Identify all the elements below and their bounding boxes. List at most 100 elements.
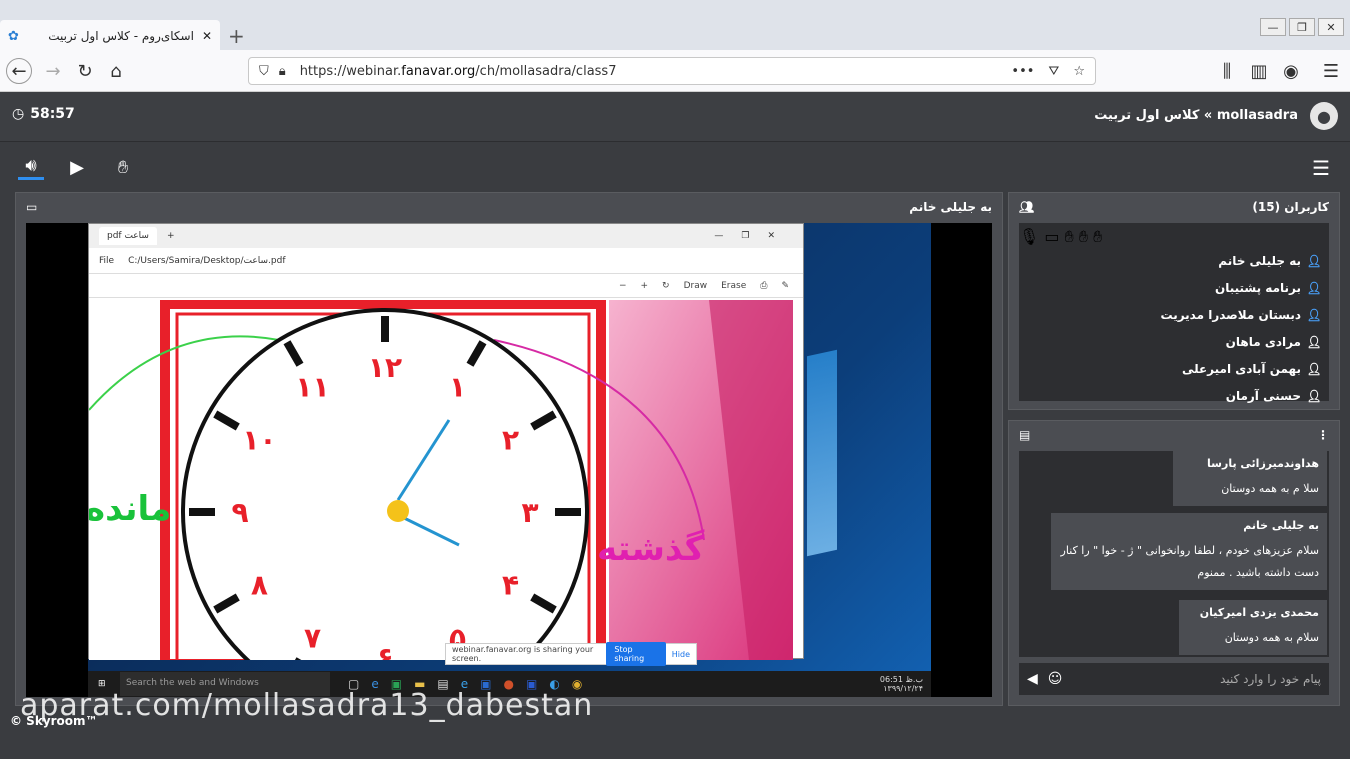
user-icon: 👤︎ <box>1306 334 1322 349</box>
maximize-icon[interactable]: ❐ <box>1289 18 1315 36</box>
system-tray: 06:51 ب.ظ ۱۳۹۹/۱۲/۲۴ <box>879 675 923 693</box>
shared-screen: pdf ساعت + —❐✕ File C:/Users/Samira/Desk… <box>26 223 992 697</box>
chat-placeholder: پیام خود را وارد کنید <box>1220 672 1321 686</box>
user-list-item[interactable]: 👤︎ دبستان ملاصدرا مدیریت <box>1019 301 1329 328</box>
word-left: مانده <box>89 489 171 529</box>
sharing-text: webinar.fanavar.org is sharing your scre… <box>452 645 594 663</box>
browser-tab-bar: ✿ اسکای‌روم - کلاس اول تربیت ✕ + — ❐ ✕ <box>0 0 1350 52</box>
user-list-item[interactable]: 👤︎ حسنی آرمان <box>1019 382 1329 409</box>
raised-hand-icon: ✋︎ <box>1064 227 1074 246</box>
clock-icon: ◷ <box>12 106 25 122</box>
hamburger-menu-icon[interactable]: ☰ <box>1318 58 1344 84</box>
lock-icon[interactable]: 🔒︎ <box>279 64 286 79</box>
browser-nav-bar: ← → ↻ ⌂ ⛉ 🔒︎ https://webinar.fanavar.org… <box>0 50 1350 92</box>
clock-worksheet: ۱۲۱۲۳۴۵۶۷۸۹۱۰۱۱ مانده گذشته <box>89 300 793 660</box>
browser-tab[interactable]: ✿ اسکای‌روم - کلاس اول تربیت ✕ <box>0 20 220 52</box>
home-icon[interactable]: ⌂ <box>103 58 129 84</box>
room-toolbar: 🔊︎ ▶ ✋︎ ☰ <box>0 142 1350 190</box>
user-icon: 👤︎ <box>1306 361 1322 376</box>
emoji-icon[interactable]: ☺ <box>1048 671 1063 687</box>
bookmark-star-icon[interactable]: ☆ <box>1073 64 1085 79</box>
user-list-item[interactable]: 👤︎ بهمن آبادی امیرعلی <box>1019 355 1329 382</box>
user-name: به جلیلی خانم <box>1218 253 1301 268</box>
pocket-icon[interactable]: ⛛ <box>1048 64 1059 79</box>
clock-number: ۹ <box>231 496 248 529</box>
print-icon: ⎙ <box>760 280 768 291</box>
pdf-path: C:/Users/Samira/Desktop/ساعت.pdf <box>128 255 286 266</box>
user-icon: 👤︎ <box>1306 307 1322 322</box>
chat-input[interactable]: ◀ ☺ پیام خود را وارد کنید <box>1019 663 1329 695</box>
clock-number: ۸ <box>251 569 268 602</box>
screen-icon[interactable]: ▭ <box>26 200 37 214</box>
user-list-item[interactable]: 👤︎ مرادی ماهان <box>1019 328 1329 355</box>
user-name: مرادی ماهان <box>1225 334 1301 349</box>
raised-hand-icon: ✋︎ <box>1093 227 1103 246</box>
presenter-name: به جلیلی خانم <box>909 200 992 214</box>
tab-title: اسکای‌روم - کلاس اول تربیت <box>48 29 194 43</box>
close-window-icon[interactable]: ✕ <box>1318 18 1344 36</box>
word-right: گذشته <box>597 529 705 569</box>
microphone-icon[interactable]: 🎙︎ <box>1019 227 1039 246</box>
raised-hand-icon: ✋︎ <box>1078 227 1088 246</box>
erase-tool: Erase <box>721 280 747 291</box>
users-title: کاربران (15) <box>1252 200 1329 214</box>
chat-icon: ▤ <box>1019 428 1031 442</box>
pdf-new-tab-icon: + <box>166 231 175 241</box>
library-icon[interactable]: ⫼ <box>1214 58 1240 84</box>
pdf-tab: pdf ساعت <box>99 227 157 245</box>
clock-number: ۳ <box>521 496 538 529</box>
minimize-icon[interactable]: — <box>1260 18 1286 36</box>
user-name: برنامه پشتیبان <box>1214 280 1301 295</box>
pdf-window-controls: —❐✕ <box>714 231 793 241</box>
hide-button: Hide <box>671 649 690 659</box>
rotate-icon: ↻ <box>662 280 670 291</box>
address-bar[interactable]: ⛉ 🔒︎ https://webinar.fanavar.org/ch/moll… <box>248 57 1096 85</box>
chat-more-icon[interactable]: ⋮ <box>1317 428 1329 442</box>
clock-number: ۱۲ <box>368 351 402 384</box>
users-panel: کاربران (15) 👥︎ 🎙︎ ▭ ✋︎ ✋︎ ✋︎ 👤︎ به جلیلی… <box>1008 192 1340 410</box>
media-play-icon[interactable]: ▶ <box>64 154 90 180</box>
stop-sharing-button: Stop sharing <box>606 642 666 666</box>
speaker-icon[interactable]: 🔊︎ <box>18 154 44 180</box>
forward-arrow-icon[interactable]: → <box>40 58 66 84</box>
room-menu-icon[interactable]: ☰ <box>1312 156 1330 180</box>
raise-hand-icon[interactable]: ✋︎ <box>110 154 136 180</box>
zoom-in-icon: + <box>640 280 649 291</box>
session-timer: ◷ 58:57 <box>12 106 75 122</box>
user-list-item[interactable]: 👤︎ به جلیلی خانم <box>1019 247 1329 274</box>
tab-close-icon[interactable]: ✕ <box>202 29 212 43</box>
user-list-item[interactable]: 👤︎ برنامه پشتیبان <box>1019 274 1329 301</box>
screen-share-user-icon[interactable]: ▭ <box>1044 227 1059 246</box>
reload-icon[interactable]: ↻ <box>72 58 98 84</box>
shield-icon[interactable]: ⛉ <box>259 64 269 79</box>
user-name: بهمن آبادی امیرعلی <box>1181 361 1301 376</box>
account-icon[interactable]: ◉ <box>1278 58 1304 84</box>
window-controls: — ❐ ✕ <box>1260 18 1344 36</box>
pin-icon: ✎ <box>781 280 789 291</box>
chat-panel: ▤ ⋮ هداوندمیرزائی پارسا سلا م به همه دوس… <box>1008 420 1340 706</box>
clock-number: ۲ <box>502 424 519 457</box>
clock-center <box>387 500 409 522</box>
skyroom-favicon-icon: ✿ <box>8 28 19 44</box>
zoom-out-icon: − <box>618 280 627 291</box>
more-actions-icon[interactable]: ••• <box>1011 64 1034 79</box>
skyroom-header: ◷ 58:57 mollasadra » کلاس اول تربیت ● <box>0 92 1350 142</box>
back-arrow-icon[interactable]: ← <box>6 58 32 84</box>
draw-tool: Draw <box>683 280 708 291</box>
user-name: حسنی آرمان <box>1225 388 1301 403</box>
send-icon[interactable]: ◀ <box>1027 671 1038 687</box>
user-avatar-icon[interactable]: ● <box>1310 102 1338 130</box>
user-icon: 👤︎ <box>1306 388 1322 403</box>
clock-number: ۴ <box>502 569 519 602</box>
sidebar-icon[interactable]: ▥ <box>1246 58 1272 84</box>
screen-share-panel: به جلیلی خانم ▭ pdf ساعت + —❐✕ File C:/U… <box>15 192 1003 706</box>
url-text: https://webinar.fanavar.org/ch/mollasadr… <box>299 63 617 79</box>
clock-number: ۱ <box>449 370 466 403</box>
windows-wallpaper-logo <box>807 349 837 557</box>
new-tab-button[interactable]: + <box>228 24 245 48</box>
watermark: aparat.com/mollasadra13_dabestan <box>20 688 594 723</box>
pdf-page: ۱۲ ۱ ۲ ۳ ۴ ۵ ۶ ۷ ۸ ۹ ۱۰ ۱۱ مانده گذشته <box>89 300 793 660</box>
clock-number: ۱۰ <box>242 424 276 457</box>
clock-number: ۷ <box>304 622 321 655</box>
pdf-viewer-window: pdf ساعت + —❐✕ File C:/Users/Samira/Desk… <box>88 223 804 660</box>
